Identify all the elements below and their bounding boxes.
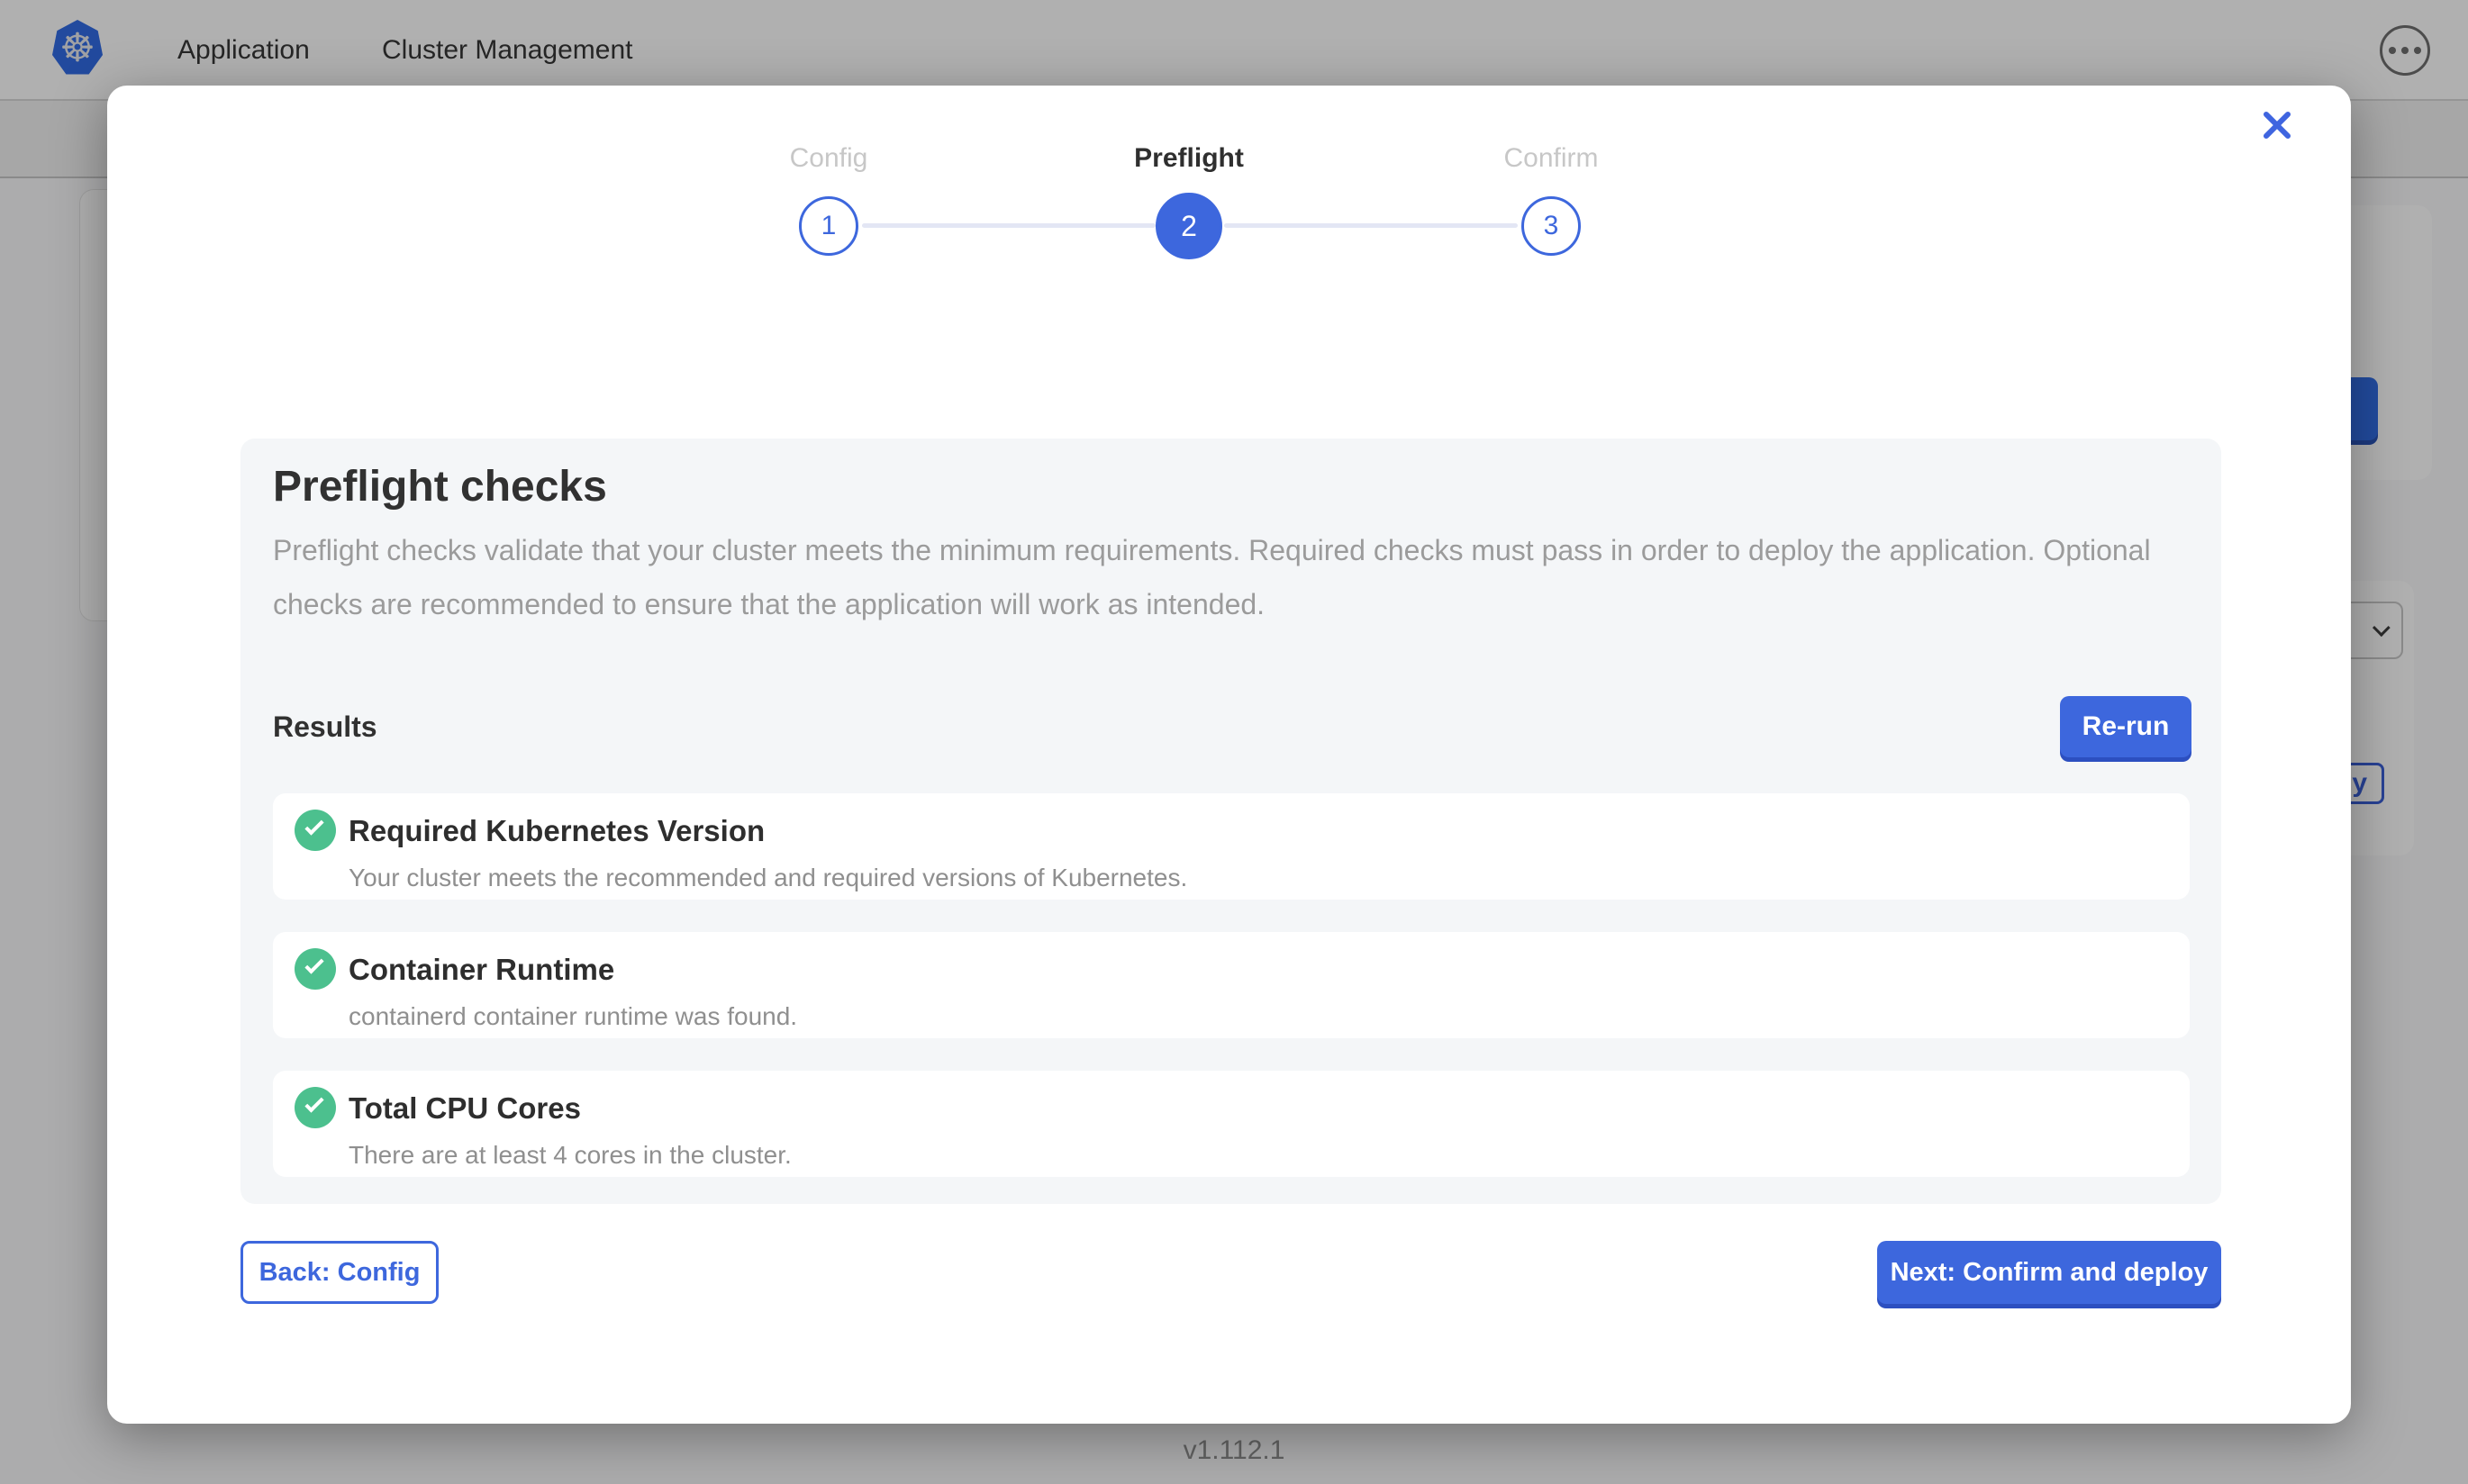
check-title: Container Runtime — [349, 952, 2164, 988]
step-circle-3[interactable]: 3 — [1521, 196, 1581, 256]
check-message: containerd container runtime was found. — [349, 1002, 2164, 1031]
check-result-card: Total CPU Cores There are at least 4 cor… — [273, 1071, 2190, 1177]
check-result-card: Required Kubernetes Version Your cluster… — [273, 793, 2190, 900]
step-label-confirm: Confirm — [1503, 143, 1598, 174]
check-result-card: Container Runtime containerd container r… — [273, 932, 2190, 1038]
preflight-modal: Config Preflight Confirm 1 2 3 Preflight… — [107, 86, 2351, 1424]
check-title: Required Kubernetes Version — [349, 813, 2164, 849]
success-check-icon — [295, 1087, 336, 1128]
next-button[interactable]: Next: Confirm and deploy — [1877, 1241, 2221, 1304]
results-label: Results — [273, 710, 377, 744]
preflight-panel: Preflight checks Preflight checks valida… — [240, 439, 2221, 1204]
back-button[interactable]: Back: Config — [240, 1241, 439, 1304]
check-results-list: Required Kubernetes Version Your cluster… — [273, 793, 2191, 1177]
close-icon[interactable] — [2255, 104, 2299, 147]
success-check-icon — [295, 810, 336, 851]
step-label-preflight: Preflight — [1134, 143, 1244, 174]
step-circle-1[interactable]: 1 — [799, 196, 858, 256]
results-row: Results Re-run — [273, 696, 2191, 757]
rerun-button[interactable]: Re-run — [2060, 696, 2191, 757]
step-connector — [1224, 223, 1518, 228]
check-message: Your cluster meets the recommended and r… — [349, 864, 2164, 892]
step-label-config: Config — [790, 143, 868, 174]
step-connector — [862, 223, 1156, 228]
page-title: Preflight checks — [273, 464, 2191, 511]
success-check-icon — [295, 948, 336, 990]
preflight-description: Preflight checks validate that your clus… — [273, 523, 2191, 631]
step-circle-2[interactable]: 2 — [1156, 193, 1222, 259]
check-title: Total CPU Cores — [349, 1090, 2164, 1127]
check-message: There are at least 4 cores in the cluste… — [349, 1141, 2164, 1170]
